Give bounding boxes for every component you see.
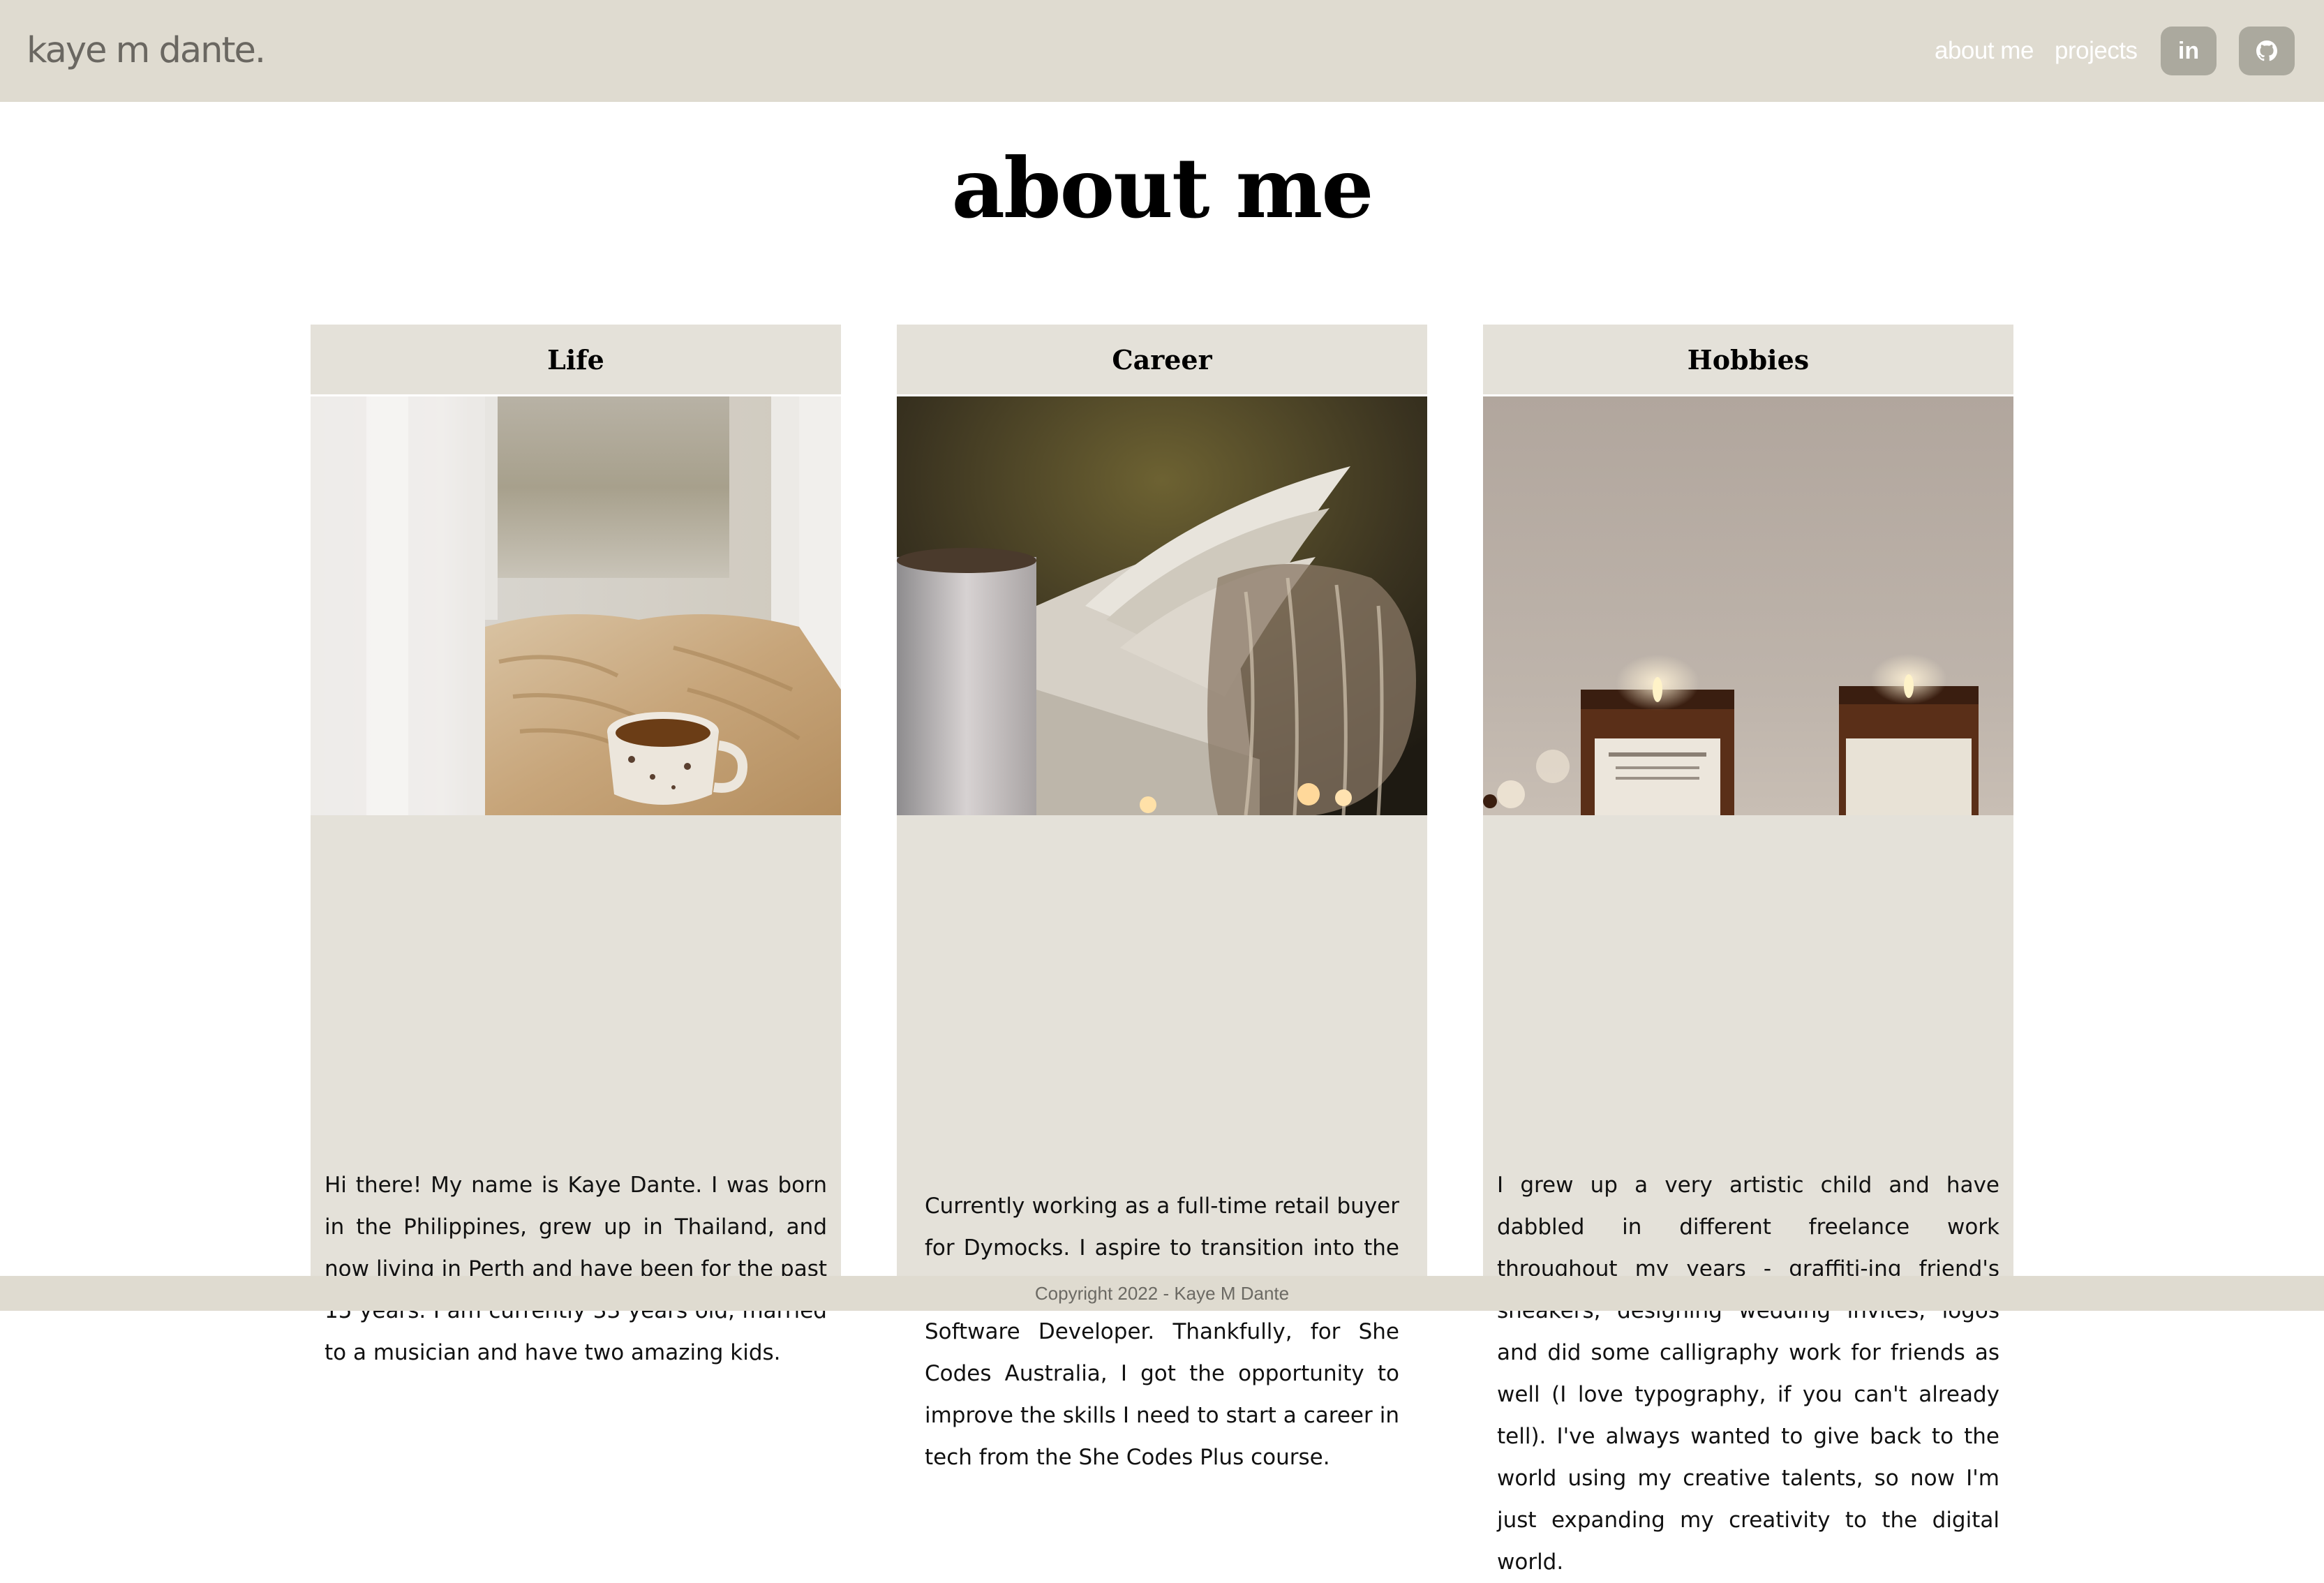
card-header: Life [311, 325, 841, 396]
github-icon [2256, 40, 2277, 61]
card-header: Career [897, 325, 1427, 396]
card-title: Hobbies [1687, 343, 1810, 376]
cozy-window-tea-image [311, 396, 841, 815]
copyright-text: Copyright 2022 - Kaye M Dante [1034, 1282, 1290, 1304]
card-career: Career Currently working as a full-time … [897, 325, 1427, 1470]
book-candle-image [897, 396, 1427, 815]
linkedin-icon: in [2177, 38, 2200, 64]
footer: Copyright 2022 - Kaye M Dante [0, 1276, 2324, 1311]
linkedin-button[interactable]: in [2161, 27, 2217, 75]
card-life: Life Hi there! My name is Kaye Dante. I … [311, 325, 841, 1365]
card-title: Life [547, 343, 604, 376]
card-text: Hi there! My name is Kaye Dante. I was b… [325, 1173, 827, 1365]
candles-image [1483, 396, 2013, 815]
nav-link-projects[interactable]: projects [2055, 35, 2138, 67]
brand-logo[interactable]: kaye m dante. [27, 27, 266, 75]
navbar: kaye m dante. about me projects in [0, 0, 2324, 102]
card-text: I grew up a very artistic child and have… [1497, 1173, 1999, 1575]
page-title: about me [951, 140, 1374, 237]
nav-link-about-me[interactable]: about me [1935, 35, 2034, 67]
card-text: Currently working as a full-time retail … [925, 1194, 1399, 1470]
card-title: Career [1112, 343, 1212, 376]
card-header: Hobbies [1483, 325, 2013, 396]
card-hobbies: Hobbies I grew up a very artistic child … [1483, 325, 2013, 1575]
github-button[interactable] [2239, 27, 2295, 75]
